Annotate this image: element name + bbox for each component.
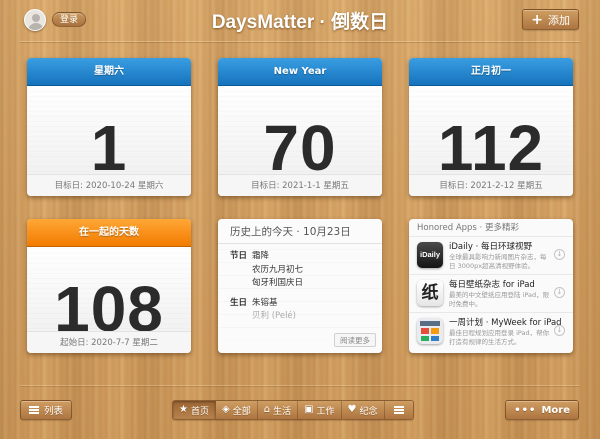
card-body: 112 目标日: 2021-2-12 星期五 <box>409 86 573 196</box>
download-icon[interactable]: ↓ <box>554 287 565 298</box>
honored-apps-card: Honored Apps · 更多精彩 iDaily iDaily · 每日环球… <box>409 219 573 353</box>
wallpaper-app-icon: 纸 <box>417 280 443 306</box>
apps-title: Honored Apps · 更多精彩 <box>417 223 519 233</box>
add-button-label: 添加 <box>548 13 570 27</box>
countdown-card-saturday[interactable]: 星期六 1 目标日: 2020-10-24 星期六 <box>27 58 191 196</box>
card-body: 1 目标日: 2020-10-24 星期六 <box>27 86 191 196</box>
days-count: 70 <box>263 112 337 184</box>
more-dots-icon: ••• <box>514 404 537 416</box>
app-name: 每日壁纸杂志 for iPad <box>449 280 535 290</box>
card-body: 108 起始日: 2020-7-7 星期二 <box>27 247 191 353</box>
countdown-card-new-year[interactable]: New Year 70 目标日: 2021-1-1 星期五 <box>218 58 382 196</box>
card-body: 70 目标日: 2021-1-1 星期五 <box>218 86 382 196</box>
tab-menu[interactable] <box>384 401 413 419</box>
tab-label: 生活 <box>273 406 292 417</box>
tab-label: 工作 <box>316 406 335 417</box>
tab-label: 全部 <box>232 406 251 417</box>
tab-life[interactable]: ⌂ 生活 <box>257 401 299 419</box>
app-description: 最美的中文壁纸应用登陆 iPad，限时免费中。 <box>449 291 550 308</box>
app-name: iDaily · 每日环球视野 <box>449 242 532 252</box>
card-header: 星期六 <box>27 58 191 86</box>
history-row: 节日 霜降 <box>218 250 382 264</box>
tab-anniversary[interactable]: ♥ 纪念 <box>341 401 385 419</box>
layers-icon: ◈ <box>221 404 230 415</box>
house-icon: ⌂ <box>263 404 271 415</box>
history-value: 霜降 <box>252 251 270 261</box>
days-count: 1 <box>90 112 128 184</box>
list-button-label: 列表 <box>44 406 64 417</box>
category-tabbar: ★ 首页 ◈ 全部 ⌂ 生活 ▣ 工作 ♥ 纪念 <box>172 400 414 420</box>
history-row: 生日 朱镕基 <box>218 297 382 311</box>
countdown-card-together[interactable]: 在一起的天数 108 起始日: 2020-7-7 星期二 <box>27 219 191 353</box>
history-key <box>230 264 252 278</box>
myweek-app-icon <box>417 318 443 344</box>
card-header: 在一起的天数 <box>27 219 191 247</box>
history-key <box>230 310 252 324</box>
read-more-button[interactable]: 阅读更多 <box>334 333 376 347</box>
history-value: 贝利 (Pelé) <box>252 311 296 321</box>
days-count: 112 <box>437 112 545 184</box>
app-item-wallpaper[interactable]: 纸 每日壁纸杂志 for iPad 最美的中文壁纸应用登陆 iPad，限时免费中… <box>409 274 573 312</box>
bottom-divider <box>20 385 580 386</box>
tab-all[interactable]: ◈ 全部 <box>215 401 258 419</box>
heart-icon: ♥ <box>347 404 357 415</box>
list-icon <box>29 406 39 414</box>
target-date: 目标日: 2021-1-1 星期五 <box>218 174 382 196</box>
add-button[interactable]: + 添加 <box>522 9 579 30</box>
briefcase-icon: ▣ <box>304 404 314 415</box>
history-key: 生日 <box>230 297 248 308</box>
app-description: 最佳日程规划应用登录 iPad，帮你打造有规律的生活方式。 <box>449 329 550 346</box>
top-divider <box>20 41 580 42</box>
page-title: DaysMatter · 倒数日 <box>211 12 389 33</box>
start-date: 起始日: 2020-7-7 星期二 <box>27 331 191 353</box>
history-row: 匈牙利国庆日 <box>218 277 382 291</box>
tab-label: 纪念 <box>359 406 378 417</box>
tab-home[interactable]: ★ 首页 <box>173 401 216 419</box>
history-title: 历史上的今天 · 10月23日 <box>218 219 382 244</box>
target-date: 目标日: 2021-2-12 星期五 <box>409 174 573 196</box>
countdown-card-spring-festival[interactable]: 正月初一 112 目标日: 2021-2-12 星期五 <box>409 58 573 196</box>
tab-work[interactable]: ▣ 工作 <box>298 401 342 419</box>
history-key <box>230 277 252 291</box>
history-today-card[interactable]: 历史上的今天 · 10月23日 节日 霜降 农历九月初七 匈牙利国庆日 生日 朱… <box>218 219 382 353</box>
idaily-app-icon: iDaily <box>417 242 443 268</box>
plus-icon: + <box>531 11 543 28</box>
download-icon[interactable]: ↓ <box>554 249 565 260</box>
history-row: 农历九月初七 <box>218 264 382 278</box>
history-key: 节日 <box>230 251 248 261</box>
target-date: 目标日: 2020-10-24 星期六 <box>27 174 191 196</box>
card-header: 正月初一 <box>409 58 573 86</box>
history-value: 朱镕基 <box>252 297 278 308</box>
star-icon: ★ <box>179 404 188 415</box>
app-description: 全球最具影响力新闻图片杂志，每日 3000px超高清视野体验。 <box>449 253 547 270</box>
history-value: 农历九月初七 <box>252 264 304 275</box>
list-button[interactable]: 列表 <box>20 400 73 420</box>
download-icon[interactable]: ↓ <box>554 325 565 336</box>
more-button[interactable]: ••• More <box>505 400 579 420</box>
app-item-myweek[interactable]: 一周计划 · MyWeek for iPad 最佳日程规划应用登录 iPad，帮… <box>409 312 573 350</box>
history-value: 匈牙利国庆日 <box>252 278 304 288</box>
menu-icon <box>393 406 404 414</box>
app-item-idaily[interactable]: iDaily iDaily · 每日环球视野 全球最具影响力新闻图片杂志，每日 … <box>409 236 573 274</box>
card-header: New Year <box>218 58 382 86</box>
more-button-label: More <box>541 404 570 416</box>
history-row: 贝利 (Pelé) <box>218 310 382 324</box>
app-name: 一周计划 · MyWeek for iPad <box>449 318 562 328</box>
tab-label: 首页 <box>190 406 209 417</box>
